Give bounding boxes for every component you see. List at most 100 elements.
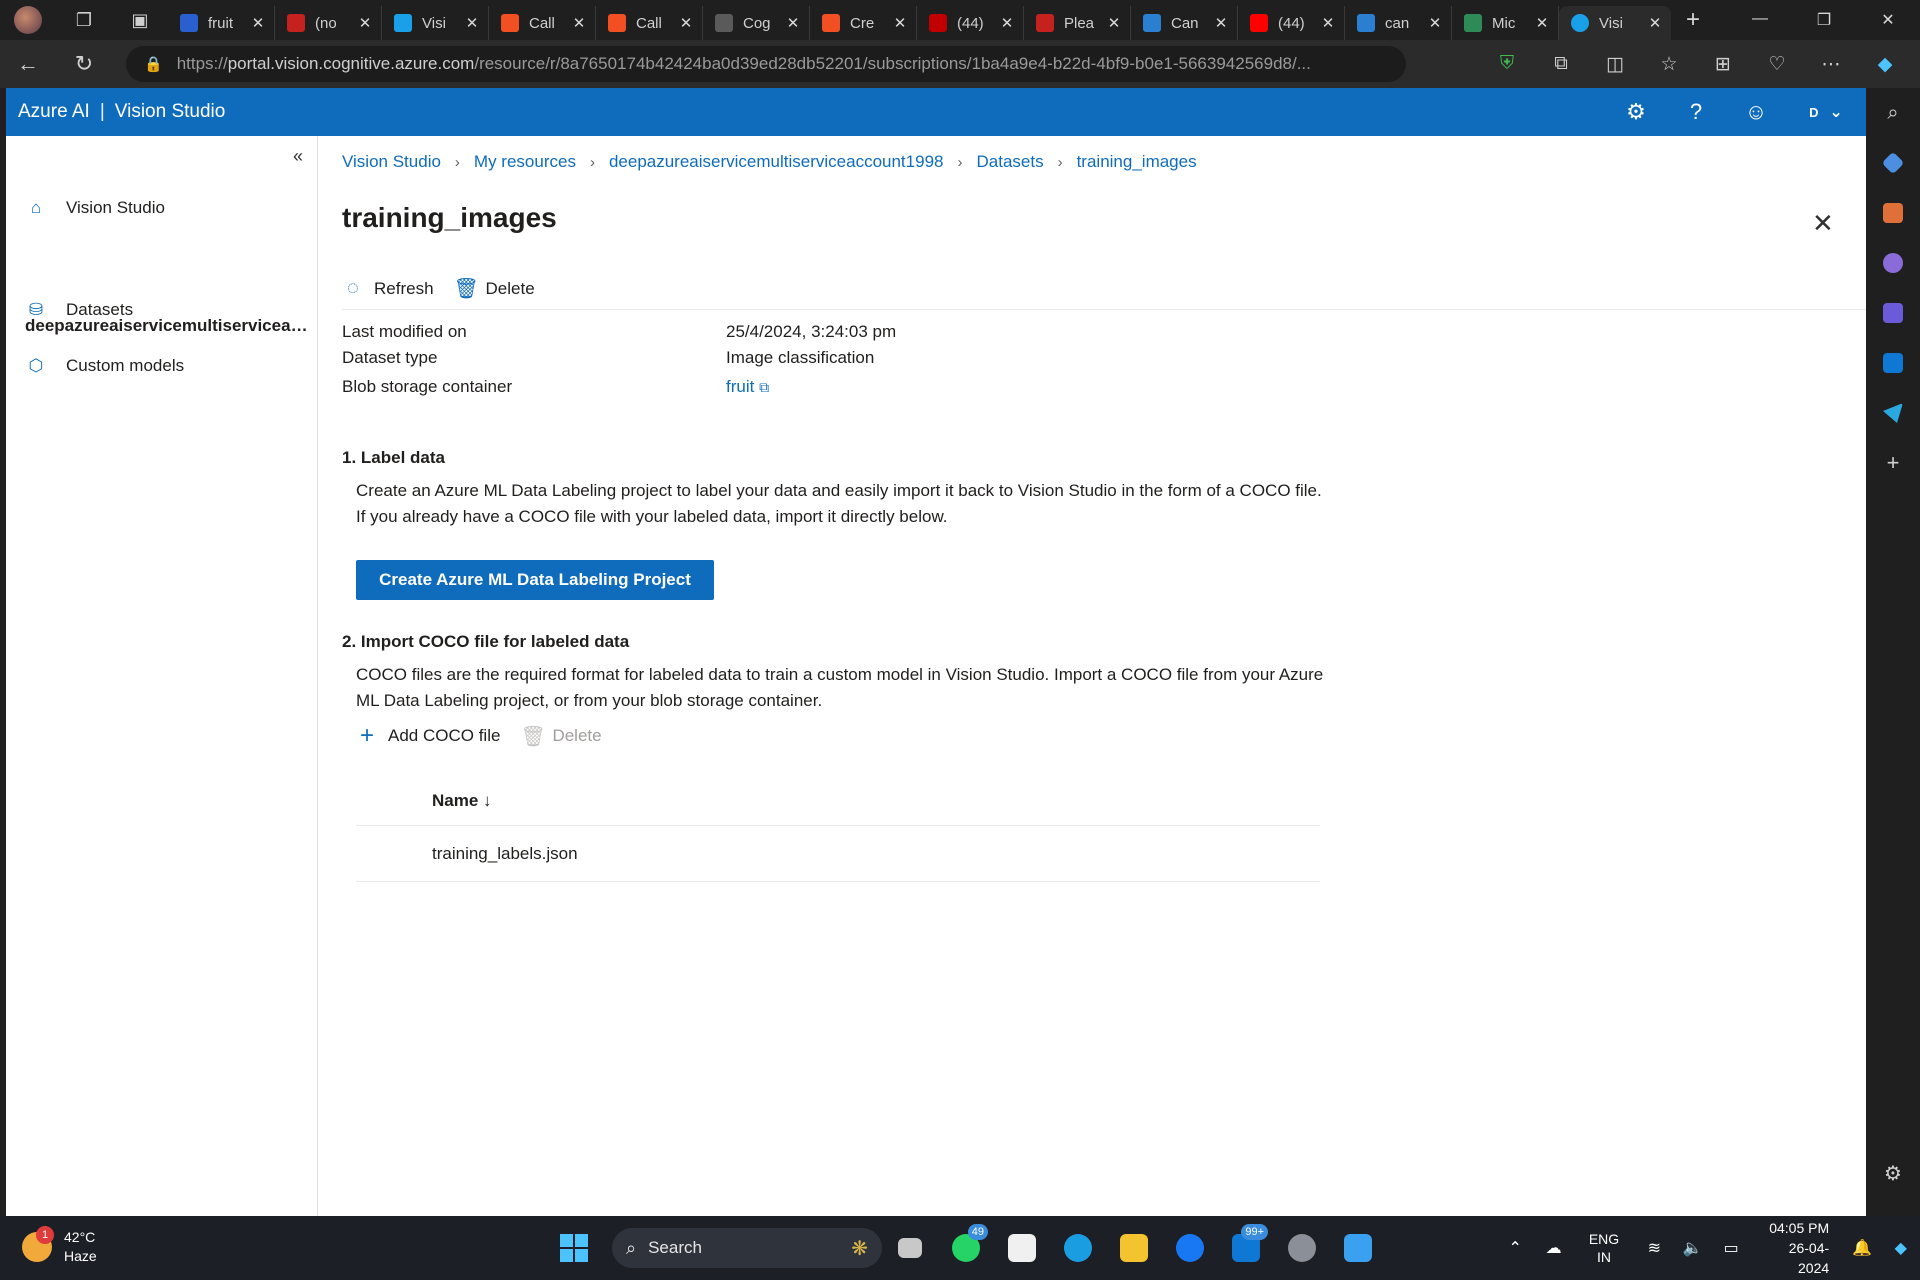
close-tab-icon[interactable]: ✕ bbox=[1106, 14, 1122, 32]
delete-coco-button[interactable]: 🗑 Delete bbox=[520, 724, 601, 749]
close-tab-icon[interactable]: ✕ bbox=[1213, 14, 1229, 32]
close-tab-icon[interactable]: ✕ bbox=[892, 14, 908, 32]
tab-active[interactable]: Visi ✕ bbox=[1559, 6, 1671, 40]
games-icon[interactable] bbox=[1866, 238, 1920, 288]
column-header-name[interactable]: Name ↓ bbox=[356, 776, 1320, 826]
delete-dataset-button[interactable]: 🗑 Delete bbox=[454, 276, 535, 301]
external-link-icon[interactable]: ⧉ bbox=[759, 379, 769, 395]
volume-icon[interactable]: 🔈 bbox=[1674, 1238, 1712, 1258]
language-indicator[interactable]: ENG IN bbox=[1589, 1230, 1619, 1266]
close-tab-icon[interactable]: ✕ bbox=[571, 14, 587, 32]
breadcrumb-my-resources[interactable]: My resources bbox=[474, 152, 576, 172]
wifi-icon[interactable]: ≋ bbox=[1635, 1238, 1673, 1258]
store-icon[interactable] bbox=[994, 1226, 1050, 1270]
weather-widget[interactable]: 1 42°C Haze bbox=[22, 1226, 97, 1266]
breadcrumb-vision-studio[interactable]: Vision Studio bbox=[342, 152, 441, 172]
send-icon[interactable] bbox=[1866, 388, 1920, 438]
taskbar-search[interactable]: ⌕ Search ❋ bbox=[612, 1228, 882, 1268]
refresh-button[interactable]: ◌ Refresh bbox=[342, 277, 433, 300]
browser-tab[interactable]: Mic ✕ bbox=[1452, 6, 1559, 40]
close-tab-icon[interactable]: ✕ bbox=[678, 14, 694, 32]
close-panel-icon[interactable]: ✕ bbox=[1812, 208, 1834, 239]
close-tab-icon[interactable]: ✕ bbox=[464, 14, 480, 32]
browser-tab[interactable]: can ✕ bbox=[1345, 6, 1452, 40]
breadcrumb-resource[interactable]: deepazureaiservicemultiserviceaccount199… bbox=[609, 152, 944, 172]
browser-tab[interactable]: Cre ✕ bbox=[810, 6, 917, 40]
help-icon[interactable]: ? bbox=[1666, 99, 1726, 125]
table-row[interactable]: training_labels.json bbox=[356, 826, 1320, 882]
refresh-icon[interactable]: ↻ bbox=[56, 51, 112, 77]
create-labeling-project-button[interactable]: Create Azure ML Data Labeling Project bbox=[356, 560, 714, 600]
onedrive-icon[interactable]: ☁ bbox=[1534, 1238, 1572, 1258]
m365-icon[interactable] bbox=[1866, 288, 1920, 338]
blob-container-link[interactable]: fruit bbox=[726, 377, 754, 396]
chevron-up-icon[interactable]: ⌃ bbox=[1496, 1238, 1534, 1258]
notification-bell-icon[interactable]: 🔔 bbox=[1843, 1238, 1881, 1258]
sidebar-settings-icon[interactable]: ⚙ bbox=[1866, 1148, 1920, 1198]
outlook-icon[interactable] bbox=[1866, 338, 1920, 388]
performance-icon[interactable]: ♡ bbox=[1750, 53, 1804, 76]
clock[interactable]: 04:05 PM 26-04-2024 bbox=[1760, 1218, 1829, 1278]
edge-icon[interactable] bbox=[1050, 1226, 1106, 1270]
close-window-icon[interactable]: ✕ bbox=[1856, 10, 1920, 30]
settings-app-icon[interactable] bbox=[1274, 1226, 1330, 1270]
photos-icon[interactable] bbox=[1330, 1226, 1386, 1270]
breadcrumb-datasets[interactable]: Datasets bbox=[976, 152, 1043, 172]
battery-icon[interactable]: ▭ bbox=[1712, 1238, 1750, 1258]
close-tab-icon[interactable]: ✕ bbox=[1320, 14, 1336, 32]
url-field[interactable]: 🔒 https://portal.vision.cognitive.azure.… bbox=[126, 46, 1406, 82]
whatsapp-icon[interactable]: 49 bbox=[938, 1224, 994, 1270]
breadcrumb-current[interactable]: training_images bbox=[1077, 152, 1197, 172]
shield-icon[interactable]: ⛨ bbox=[1480, 53, 1534, 75]
close-tab-icon[interactable]: ✕ bbox=[1647, 14, 1663, 32]
tools-icon[interactable] bbox=[1866, 188, 1920, 238]
browser-tab[interactable]: fruit ✕ bbox=[168, 6, 275, 40]
close-tab-icon[interactable]: ✕ bbox=[999, 14, 1015, 32]
minimize-icon[interactable]: — bbox=[1728, 10, 1792, 30]
nav-vision-studio[interactable]: ⌂ Vision Studio bbox=[26, 198, 165, 218]
collections-icon[interactable]: ⊞ bbox=[1696, 53, 1750, 76]
search-sidebar-icon[interactable]: ⌕ bbox=[1866, 88, 1920, 138]
browser-tab[interactable]: Call ✕ bbox=[596, 6, 703, 40]
copilot-taskbar-icon[interactable]: ◆ bbox=[1882, 1238, 1920, 1258]
close-tab-icon[interactable]: ✕ bbox=[357, 14, 373, 32]
browser-tab[interactable]: Call ✕ bbox=[489, 6, 596, 40]
back-icon[interactable]: ← bbox=[0, 51, 56, 77]
split-screen-icon[interactable]: ◫ bbox=[1588, 53, 1642, 76]
workspaces-icon[interactable]: ❐ bbox=[56, 0, 112, 40]
task-view-icon[interactable] bbox=[882, 1226, 938, 1270]
restore-icon[interactable]: ❐ bbox=[1792, 10, 1856, 30]
collapse-nav-icon[interactable]: « bbox=[293, 146, 303, 167]
favorites-icon[interactable]: ☆ bbox=[1642, 53, 1696, 76]
browser-tab[interactable]: Can ✕ bbox=[1131, 6, 1238, 40]
feedback-smiley-icon[interactable]: ☺ bbox=[1726, 99, 1786, 125]
add-sidebar-icon[interactable]: + bbox=[1866, 438, 1920, 488]
close-tab-icon[interactable]: ✕ bbox=[1427, 14, 1443, 32]
nav-custom-models[interactable]: ⬡ Custom models bbox=[26, 356, 185, 376]
browser-tab[interactable]: (44) ✕ bbox=[1238, 6, 1345, 40]
tab-actions-icon[interactable]: ▣ bbox=[112, 0, 168, 40]
file-explorer-icon[interactable] bbox=[1106, 1226, 1162, 1270]
browser-tab[interactable]: Plea ✕ bbox=[1024, 6, 1131, 40]
profile-avatar[interactable] bbox=[0, 0, 56, 40]
browser-tab[interactable]: (44) ✕ bbox=[917, 6, 1024, 40]
close-tab-icon[interactable]: ✕ bbox=[250, 14, 266, 32]
more-icon[interactable]: ⋯ bbox=[1804, 53, 1858, 76]
user-menu[interactable]: D ⌄ bbox=[1786, 102, 1866, 122]
close-tab-icon[interactable]: ✕ bbox=[785, 14, 801, 32]
add-coco-file-button[interactable]: + Add COCO file bbox=[356, 722, 500, 750]
extensions-icon[interactable]: ⧉ bbox=[1534, 53, 1588, 75]
nav-datasets[interactable]: ⛁ Datasets bbox=[26, 300, 133, 320]
close-tab-icon[interactable]: ✕ bbox=[1534, 14, 1550, 32]
mail-icon[interactable]: 99+ bbox=[1218, 1224, 1274, 1270]
browser-tab[interactable]: (no ✕ bbox=[275, 6, 382, 40]
start-windows-icon[interactable] bbox=[552, 1226, 596, 1270]
new-tab-button[interactable]: + bbox=[1671, 6, 1715, 34]
shopping-icon[interactable] bbox=[1866, 138, 1920, 188]
browser-tab[interactable]: Cog ✕ bbox=[703, 6, 810, 40]
app-brand[interactable]: Azure AI | Vision Studio bbox=[6, 101, 225, 123]
browser-tab[interactable]: Visi ✕ bbox=[382, 6, 489, 40]
settings-gear-icon[interactable]: ⚙ bbox=[1606, 99, 1666, 125]
facebook-icon[interactable] bbox=[1162, 1226, 1218, 1270]
copilot-icon[interactable]: ◆ bbox=[1858, 53, 1912, 76]
